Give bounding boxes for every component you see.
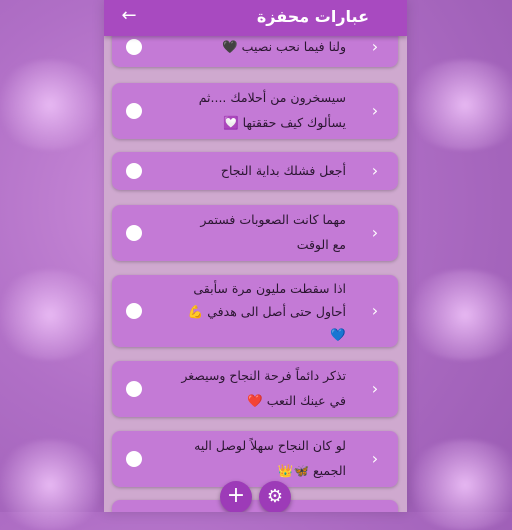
quote-text: أجعل فشلك بداية النجاح — [220, 163, 346, 178]
quote-text: اذا سقطت مليون مرة سأبقى أحاول حتى أصل ا… — [187, 281, 346, 342]
quote-text: سيسخرون من أحلامك ....ثم يسألوك كيف حققت… — [198, 90, 346, 130]
list-item[interactable]: سيسخرون من أحلامك ....ثم يسألوك كيف حققت… — [112, 83, 398, 139]
radio-button[interactable] — [126, 303, 142, 319]
background-blur — [400, 270, 512, 360]
list-item[interactable]: لو كان النجاح سهلاً لوصل اليه الجميع 🦋👑 … — [112, 431, 398, 487]
chevron-right-icon[interactable]: › — [368, 102, 382, 120]
chevron-right-icon[interactable]: › — [368, 224, 382, 242]
radio-button[interactable] — [126, 103, 142, 119]
quote-text: تذكر دائماً فرحة النجاح وسيصغر في عينك ا… — [181, 368, 346, 408]
app-bar: ← عبارات محفزة — [104, 0, 407, 36]
chevron-right-icon[interactable]: › — [368, 38, 382, 56]
background-blur — [0, 60, 110, 150]
chevron-right-icon[interactable]: › — [368, 380, 382, 398]
chevron-right-icon[interactable]: › — [368, 302, 382, 320]
add-button[interactable]: + — [220, 481, 252, 512]
chevron-right-icon[interactable]: › — [368, 162, 382, 180]
list-item[interactable]: › — [112, 500, 398, 512]
background-blur — [0, 270, 110, 360]
list-item[interactable]: أجعل فشلك بداية النجاح › — [112, 152, 398, 190]
chevron-right-icon[interactable]: › — [368, 450, 382, 468]
gear-icon: ⚙ — [266, 486, 284, 507]
background-blur — [400, 60, 512, 150]
list-item[interactable]: اذا سقطت مليون مرة سأبقى أحاول حتى أصل ا… — [112, 275, 398, 347]
quote-text: لو كان النجاح سهلاً لوصل اليه الجميع 🦋👑 — [194, 438, 346, 478]
settings-button[interactable]: ⚙ — [259, 481, 291, 512]
list-item[interactable]: تذكر دائماً فرحة النجاح وسيصغر في عينك ا… — [112, 361, 398, 417]
app-window: ولنا فيما نحب نصيب 🖤 › سيسخرون من أحلامك… — [104, 0, 407, 512]
radio-button[interactable] — [126, 163, 142, 179]
arrow-back-icon[interactable]: ← — [118, 5, 140, 27]
quote-text: ولنا فيما نحب نصيب 🖤 — [222, 39, 346, 54]
page-title: عبارات محفزة — [256, 7, 369, 26]
radio-button[interactable] — [126, 39, 142, 55]
quote-text: مهما كانت الصعوبات فستمر مع الوقت — [200, 212, 346, 252]
list-item[interactable]: مهما كانت الصعوبات فستمر مع الوقت › — [112, 205, 398, 261]
plus-icon: + — [226, 483, 246, 508]
background-blur — [400, 440, 512, 530]
radio-button[interactable] — [126, 381, 142, 397]
radio-button[interactable] — [126, 451, 142, 467]
background-blur — [0, 440, 110, 530]
radio-button[interactable] — [126, 225, 142, 241]
